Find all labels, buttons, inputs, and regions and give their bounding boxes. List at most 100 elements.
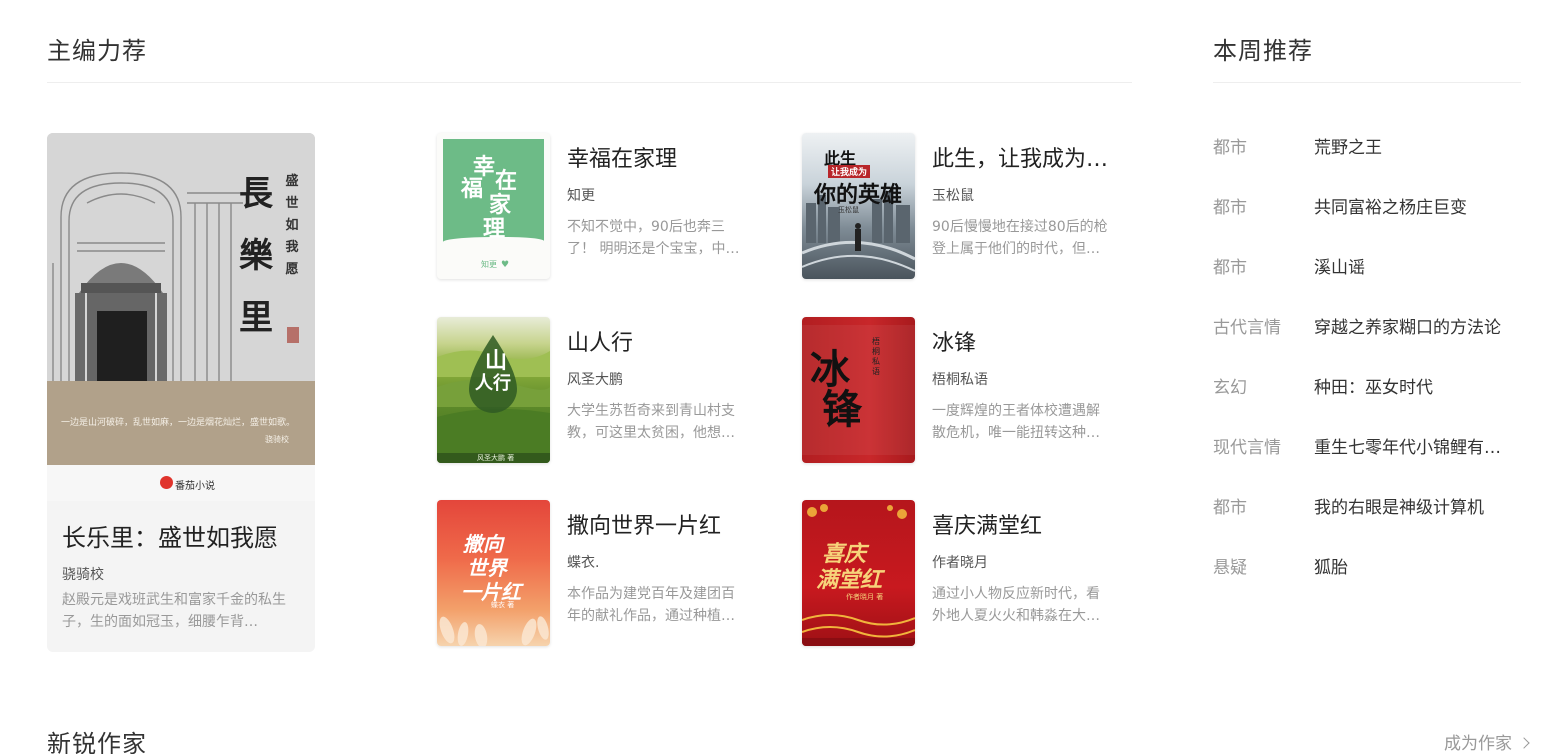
cover-subtitle-char-1: 盛 xyxy=(285,174,299,189)
book-description-line: 登上属于他们的时代，但… xyxy=(932,241,1100,257)
book-description-line: 散危机，唯一能扭转这种… xyxy=(932,425,1100,441)
cover-band-author: 骁骑校 xyxy=(265,435,289,444)
weekly-item-title[interactable]: 共同富裕之杨庄巨变 xyxy=(1314,193,1514,218)
become-author-link[interactable]: 成为作家 xyxy=(1444,729,1530,754)
book-description: 90后慢慢地在接过80后的枪 登上属于他们的时代，但… xyxy=(932,216,1118,260)
book-title[interactable]: 此生，让我成为… xyxy=(932,141,1122,173)
cover-title-char-5: 理 xyxy=(483,216,506,242)
new-writers-section-title: 新锐作家 xyxy=(47,730,147,754)
weekly-item-category[interactable]: 玄幻 xyxy=(1213,373,1247,398)
book-description-line: 大学生苏哲奇来到青山村支 xyxy=(567,403,735,419)
cover-title-line-2: 满堂红 xyxy=(816,567,883,593)
weekly-item-category[interactable]: 都市 xyxy=(1213,493,1247,518)
cover-title-char-3: 在 xyxy=(495,168,518,194)
book-description-line: 不知不觉中，90后也奔三 xyxy=(567,219,725,235)
book-title[interactable]: 喜庆满堂红 xyxy=(932,508,1122,540)
book-item[interactable]: 喜庆 满堂红 作者晓月 著 喜庆满堂红 作者晓月 通过小人物反应新时代，看 外地… xyxy=(802,500,1132,650)
book-author[interactable]: 玉松鼠 xyxy=(932,185,974,205)
weekly-item[interactable]: 古代言情 穿越之养家糊口的方法论 xyxy=(1213,303,1523,363)
book-cover[interactable]: 此生 让我成为 你的英雄 玉松鼠 xyxy=(802,133,915,279)
cover-seal-stamp xyxy=(287,327,299,343)
weekly-item[interactable]: 悬疑 狐胎 xyxy=(1213,543,1523,603)
featured-divider xyxy=(47,82,1132,83)
book-cover[interactable]: 幸 福 在 家 理 知更 ♥ xyxy=(437,133,550,279)
weekly-item-category[interactable]: 都市 xyxy=(1213,193,1247,218)
book-title[interactable]: 撒向世界一片红 xyxy=(567,508,757,540)
featured-book-card[interactable]: 長 樂 里 盛 世 如 我 愿 一边是山河破碎，乱世如麻，一边是烟花灿烂，盛世如… xyxy=(47,133,315,652)
cover-title-char-2: 锋 xyxy=(822,386,862,433)
book-item[interactable]: 幸 福 在 家 理 知更 ♥ 幸福在家理 知更 不知不觉中，90后也奔三 了！ … xyxy=(437,133,767,283)
cover-title-char-2: 福 xyxy=(461,176,484,202)
weekly-item-title[interactable]: 重生七零年代小锦鲤有… xyxy=(1314,433,1514,458)
book-author[interactable]: 梧桐私语 xyxy=(932,369,988,389)
cover-subtitle-char-5: 愿 xyxy=(285,262,299,277)
weekly-item-category[interactable]: 悬疑 xyxy=(1213,553,1247,578)
weekly-item[interactable]: 都市 溪山谣 xyxy=(1213,243,1523,303)
weekly-item-title[interactable]: 种田：巫女时代 xyxy=(1314,373,1514,398)
book-item[interactable]: 冰 锋 梧桐私语 冰锋 梧桐私语 一度辉煌的王者体校遭遇解 散危机，唯一能扭转这… xyxy=(802,317,1132,467)
book-author[interactable]: 作者晓月 xyxy=(932,552,988,572)
book-cover[interactable]: 山 人行 风圣大鹏 著 xyxy=(437,317,550,463)
featured-section-title: 主编力荐 xyxy=(47,37,147,65)
book-title[interactable]: 冰锋 xyxy=(932,325,1122,357)
book-cover[interactable]: 撒向 世界 一片红 蝶衣 著 xyxy=(437,500,550,646)
book-description: 通过小人物反应新时代，看 外地人夏火火和韩淼在大… xyxy=(932,583,1118,627)
book-description-line: 外地人夏火火和韩淼在大… xyxy=(932,608,1100,624)
book-cover[interactable]: 喜庆 满堂红 作者晓月 著 xyxy=(802,500,915,646)
book-item[interactable]: 撒向 世界 一片红 蝶衣 著 撒向世界一片红 蝶衣. 本作品为建党百年及建团百 … xyxy=(437,500,767,650)
cover-subtitle-char-3: 如 xyxy=(285,218,299,233)
book-author[interactable]: 蝶衣. xyxy=(567,552,599,572)
cover-author: 知更 xyxy=(481,260,497,269)
cover-subtitle-char-2: 世 xyxy=(285,196,299,211)
book-author[interactable]: 知更 xyxy=(567,185,595,205)
cover-author: 玉松鼠 xyxy=(838,206,859,214)
weekly-item-category[interactable]: 都市 xyxy=(1213,133,1247,158)
cover-author: 风圣大鹏 著 xyxy=(477,454,515,462)
book-description: 大学生苏哲奇来到青山村支 教，可这里太贫困，他想… xyxy=(567,400,753,444)
cover-subtitle-char-4: 我 xyxy=(285,240,299,255)
cover-title-char-2: 樂 xyxy=(239,236,273,276)
weekly-item-category[interactable]: 古代言情 xyxy=(1213,313,1281,338)
book-description-line: 本作品为建党百年及建团百 xyxy=(567,586,735,602)
weekly-item-title[interactable]: 溪山谣 xyxy=(1314,253,1514,278)
featured-book-author[interactable]: 骁骑校 xyxy=(62,564,104,584)
book-title[interactable]: 山人行 xyxy=(567,325,757,357)
cover-publisher: 番茄小说 xyxy=(175,481,215,492)
weekly-item-title[interactable]: 荒野之王 xyxy=(1314,133,1514,158)
featured-book-description: 赵殿元是戏班武生和富家千金的私生子，生的面如冠玉，细腰乍背… xyxy=(62,592,286,630)
weekly-item[interactable]: 都市 共同富裕之杨庄巨变 xyxy=(1213,183,1523,243)
weekly-item-category[interactable]: 现代言情 xyxy=(1213,433,1281,458)
cover-author: 作者晓月 著 xyxy=(846,593,884,601)
book-description: 一度辉煌的王者体校遭遇解 散危机，唯一能扭转这种… xyxy=(932,400,1118,444)
weekly-item-category[interactable]: 都市 xyxy=(1213,253,1247,278)
featured-book-cover[interactable]: 長 樂 里 盛 世 如 我 愿 一边是山河破碎，乱世如麻，一边是烟花灿烂，盛世如… xyxy=(47,133,315,501)
book-description-line: 年的献礼作品，通过种植… xyxy=(567,608,735,624)
cover-title-char-1: 幸 xyxy=(473,154,496,180)
book-title[interactable]: 幸福在家理 xyxy=(567,141,757,173)
book-item[interactable]: 此生 让我成为 你的英雄 玉松鼠 此生，让我成为… 玉松鼠 90后慢慢地在接过8… xyxy=(802,133,1132,283)
cover-band-text: 一边是山河破碎，乱世如麻，一边是烟花灿烂，盛世如歌。 xyxy=(61,418,296,428)
weekly-item-title[interactable]: 我的右眼是神级计算机 xyxy=(1314,493,1514,518)
publisher-logo-icon xyxy=(160,476,173,489)
cover-author: 梧桐私语 xyxy=(872,337,880,376)
cover-title-char-3: 里 xyxy=(239,298,273,338)
cover-title-char-4: 家 xyxy=(489,192,512,218)
featured-book-title[interactable]: 长乐里：盛世如我愿 xyxy=(62,518,278,553)
cover-author: 蝶衣 著 xyxy=(491,601,515,609)
weekly-item-title[interactable]: 狐胎 xyxy=(1314,553,1514,578)
cover-title-char-2: 人行 xyxy=(475,373,511,394)
book-description-line: 通过小人物反应新时代，看 xyxy=(932,586,1100,602)
weekly-item-title[interactable]: 穿越之养家糊口的方法论 xyxy=(1314,313,1514,338)
book-description-line: 一度辉煌的王者体校遭遇解 xyxy=(932,403,1100,419)
weekly-item[interactable]: 现代言情 重生七零年代小锦鲤有… xyxy=(1213,423,1523,483)
book-cover[interactable]: 冰 锋 梧桐私语 xyxy=(802,317,915,463)
weekly-item[interactable]: 玄幻 种田：巫女时代 xyxy=(1213,363,1523,423)
cover-title-char-1: 長 xyxy=(239,174,273,214)
become-author-label[interactable]: 成为作家 xyxy=(1444,734,1512,754)
book-description-line: 90后慢慢地在接过80后的枪 xyxy=(932,219,1108,235)
book-description: 本作品为建党百年及建团百 年的献礼作品，通过种植… xyxy=(567,583,753,627)
weekly-item[interactable]: 都市 我的右眼是神级计算机 xyxy=(1213,483,1523,543)
book-author[interactable]: 风圣大鹏 xyxy=(567,369,623,389)
weekly-item[interactable]: 都市 荒野之王 xyxy=(1213,123,1523,183)
book-item[interactable]: 山 人行 风圣大鹏 著 山人行 风圣大鹏 大学生苏哲奇来到青山村支 教，可这里太… xyxy=(437,317,767,467)
